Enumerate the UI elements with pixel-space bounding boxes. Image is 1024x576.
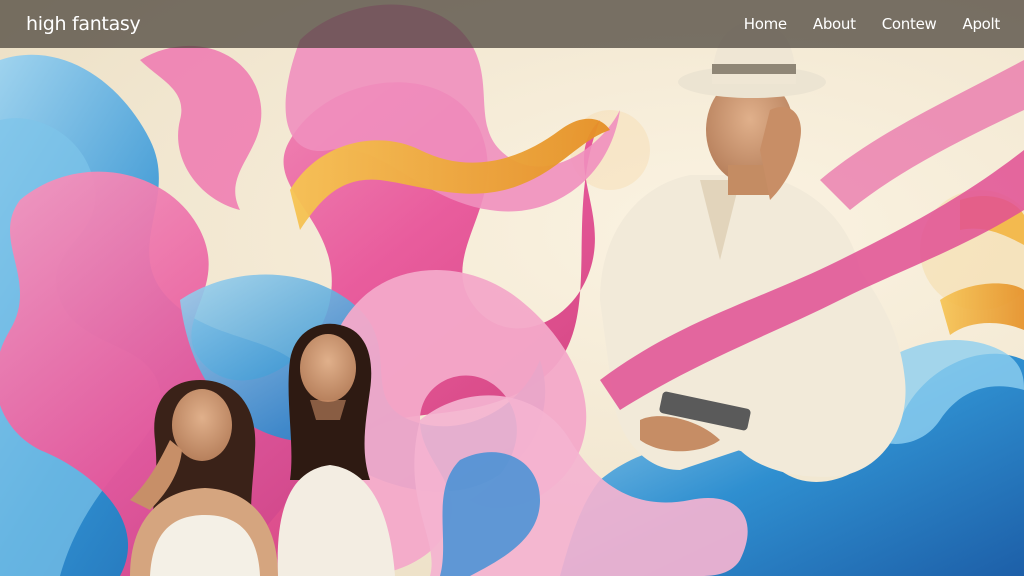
nav-link-contact[interactable]: Contew: [882, 15, 937, 33]
hero-illustration: [0, 4, 1024, 576]
main-nav: Home About Contew Apolt: [718, 15, 1001, 33]
top-navigation-bar: high fantasy Home About Contew Apolt: [0, 0, 1024, 48]
nav-link-apolt[interactable]: Apolt: [962, 15, 1000, 33]
nav-link-home[interactable]: Home: [744, 15, 787, 33]
site-logo-text[interactable]: high fantasy: [26, 13, 141, 35]
page: high fantasy Home About Contew Apolt: [0, 0, 1024, 576]
man-figure: [600, 22, 906, 477]
nav-link-about[interactable]: About: [813, 15, 856, 33]
